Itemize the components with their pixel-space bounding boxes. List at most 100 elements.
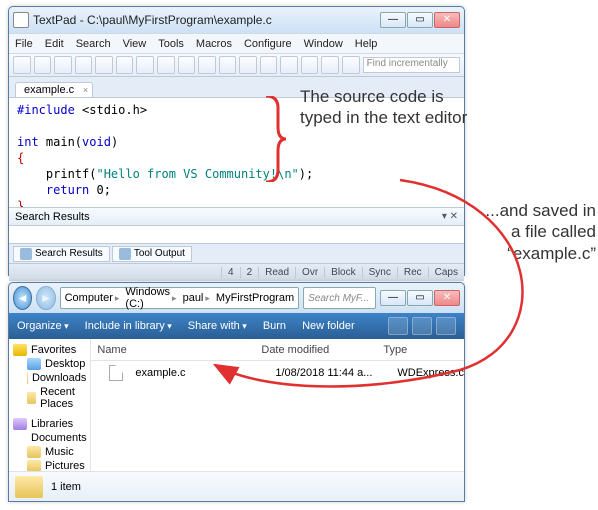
redo-icon[interactable]	[178, 56, 196, 74]
tab-search-results[interactable]: Search Results	[13, 246, 110, 262]
back-button[interactable]: ◄	[13, 286, 32, 310]
outdent-icon[interactable]	[260, 56, 278, 74]
nav-recent[interactable]: Recent Places	[11, 385, 88, 411]
pictures-icon	[27, 460, 41, 471]
forward-button[interactable]: ►	[36, 286, 55, 310]
toolbar: Find incrementally	[9, 53, 464, 77]
crumb-paul[interactable]: paul▸	[181, 292, 212, 304]
paste-icon[interactable]	[136, 56, 154, 74]
indent-icon[interactable]	[239, 56, 257, 74]
replace-icon[interactable]	[219, 56, 237, 74]
macro-icon[interactable]	[321, 56, 339, 74]
menu-help[interactable]: Help	[355, 38, 378, 50]
menu-search[interactable]: Search	[76, 38, 111, 50]
help-icon[interactable]	[342, 56, 360, 74]
open-icon[interactable]	[34, 56, 52, 74]
minimize-button[interactable]: —	[380, 290, 406, 306]
status-rec: Rec	[397, 267, 422, 278]
nav-libraries[interactable]: Libraries	[11, 417, 88, 431]
tab-close-icon[interactable]: ×	[83, 85, 88, 95]
code-printf: printf(	[17, 167, 96, 181]
bracket-annotation	[264, 96, 286, 182]
code-void: void	[82, 135, 111, 149]
organize-button[interactable]: Organize	[17, 320, 69, 332]
menu-view[interactable]: View	[123, 38, 147, 50]
nav-label: Documents	[31, 432, 87, 444]
tab-tool-output-label: Tool Output	[134, 248, 185, 259]
minimize-button[interactable]: —	[380, 12, 406, 28]
nav-documents[interactable]: Documents	[11, 431, 88, 445]
undo-icon[interactable]	[157, 56, 175, 74]
nav-label: Pictures	[45, 460, 85, 471]
menu-macros[interactable]: Macros	[196, 38, 232, 50]
burn-button[interactable]: Burn	[263, 320, 286, 332]
window-title: TextPad - C:\paul\MyFirstProgram\example…	[33, 13, 380, 27]
menu-configure[interactable]: Configure	[244, 38, 292, 50]
tool-output-icon	[119, 248, 131, 260]
address-bar[interactable]: Computer▸ Windows (C:)▸ paul▸ MyFirstPro…	[60, 287, 300, 309]
preview-pane-icon[interactable]	[412, 317, 432, 335]
crumb-computer[interactable]: Computer▸	[63, 292, 122, 304]
libraries-icon	[13, 418, 27, 430]
file-row-example-c[interactable]: example.c 1/08/2018 11:44 a... WDExpress…	[91, 361, 464, 381]
menu-window[interactable]: Window	[304, 38, 343, 50]
navigation-pane[interactable]: Favorites Desktop Downloads Recent Place…	[9, 339, 91, 471]
search-results-icon	[20, 248, 32, 260]
copy-icon[interactable]	[116, 56, 134, 74]
explorer-statusbar: 1 item	[9, 471, 464, 501]
search-results-title: Search Results	[15, 211, 90, 223]
menu-edit[interactable]: Edit	[45, 38, 64, 50]
menu-tools[interactable]: Tools	[158, 38, 184, 50]
star-icon	[13, 344, 27, 356]
help-icon[interactable]	[436, 317, 456, 335]
include-library-button[interactable]: Include in library	[85, 320, 172, 332]
nav-pictures[interactable]: Pictures	[11, 459, 88, 471]
find-icon[interactable]	[198, 56, 216, 74]
status-read: Read	[258, 267, 289, 278]
share-button[interactable]: Share with	[188, 320, 247, 332]
panel-toggle-icon[interactable]: ▾ ✕	[442, 211, 458, 222]
tab-tool-output[interactable]: Tool Output	[112, 246, 192, 262]
crumb-label: Windows (C:)	[125, 286, 170, 310]
new-icon[interactable]	[13, 56, 31, 74]
nav-music[interactable]: Music	[11, 445, 88, 459]
save-icon[interactable]	[54, 56, 72, 74]
col-name[interactable]: Name	[91, 344, 261, 356]
new-folder-button[interactable]: New folder	[302, 320, 355, 332]
wrap-icon[interactable]	[280, 56, 298, 74]
file-date: 1/08/2018 11:44 a...	[275, 367, 397, 379]
explorer-toolbar: Organize Include in library Share with B…	[9, 313, 464, 339]
nav-downloads[interactable]: Downloads	[11, 371, 88, 385]
chevron-right-icon: ▸	[115, 293, 120, 304]
menubar: File Edit Search View Tools Macros Confi…	[9, 33, 464, 53]
code-close-brace: }	[17, 199, 24, 207]
crumb-label: Computer	[65, 292, 113, 304]
maximize-button[interactable]: ▭	[407, 290, 433, 306]
tab-example-c[interactable]: example.c ×	[15, 82, 93, 97]
menu-file[interactable]: File	[15, 38, 33, 50]
item-count: 1 item	[51, 481, 81, 493]
explorer-search-input[interactable]: Search MyF...	[303, 287, 376, 309]
col-date[interactable]: Date modified	[261, 344, 383, 356]
recent-icon	[27, 392, 36, 404]
print-icon[interactable]	[75, 56, 93, 74]
incremental-find-input[interactable]: Find incrementally	[363, 57, 460, 73]
close-button[interactable]: ✕	[434, 12, 460, 28]
crumb-label: paul	[183, 292, 204, 304]
maximize-button[interactable]: ▭	[407, 12, 433, 28]
close-button[interactable]: ✕	[434, 290, 460, 306]
code-open-brace: {	[17, 151, 24, 165]
crumb-drive[interactable]: Windows (C:)▸	[123, 286, 178, 310]
titlebar[interactable]: TextPad - C:\paul\MyFirstProgram\example…	[9, 7, 464, 33]
view-options-icon[interactable]	[388, 317, 408, 335]
cut-icon[interactable]	[95, 56, 113, 74]
explorer-titlebar[interactable]: ◄ ► Computer▸ Windows (C:)▸ paul▸ MyFirs…	[9, 283, 464, 313]
search-results-header[interactable]: Search Results ▾ ✕	[9, 207, 464, 225]
file-icon	[109, 365, 123, 381]
run-icon[interactable]	[301, 56, 319, 74]
nav-favorites[interactable]: Favorites	[11, 343, 88, 357]
crumb-folder[interactable]: MyFirstProgram	[214, 292, 296, 304]
chevron-right-icon: ▸	[172, 293, 177, 304]
nav-desktop[interactable]: Desktop	[11, 357, 88, 371]
col-type[interactable]: Type	[383, 344, 464, 356]
